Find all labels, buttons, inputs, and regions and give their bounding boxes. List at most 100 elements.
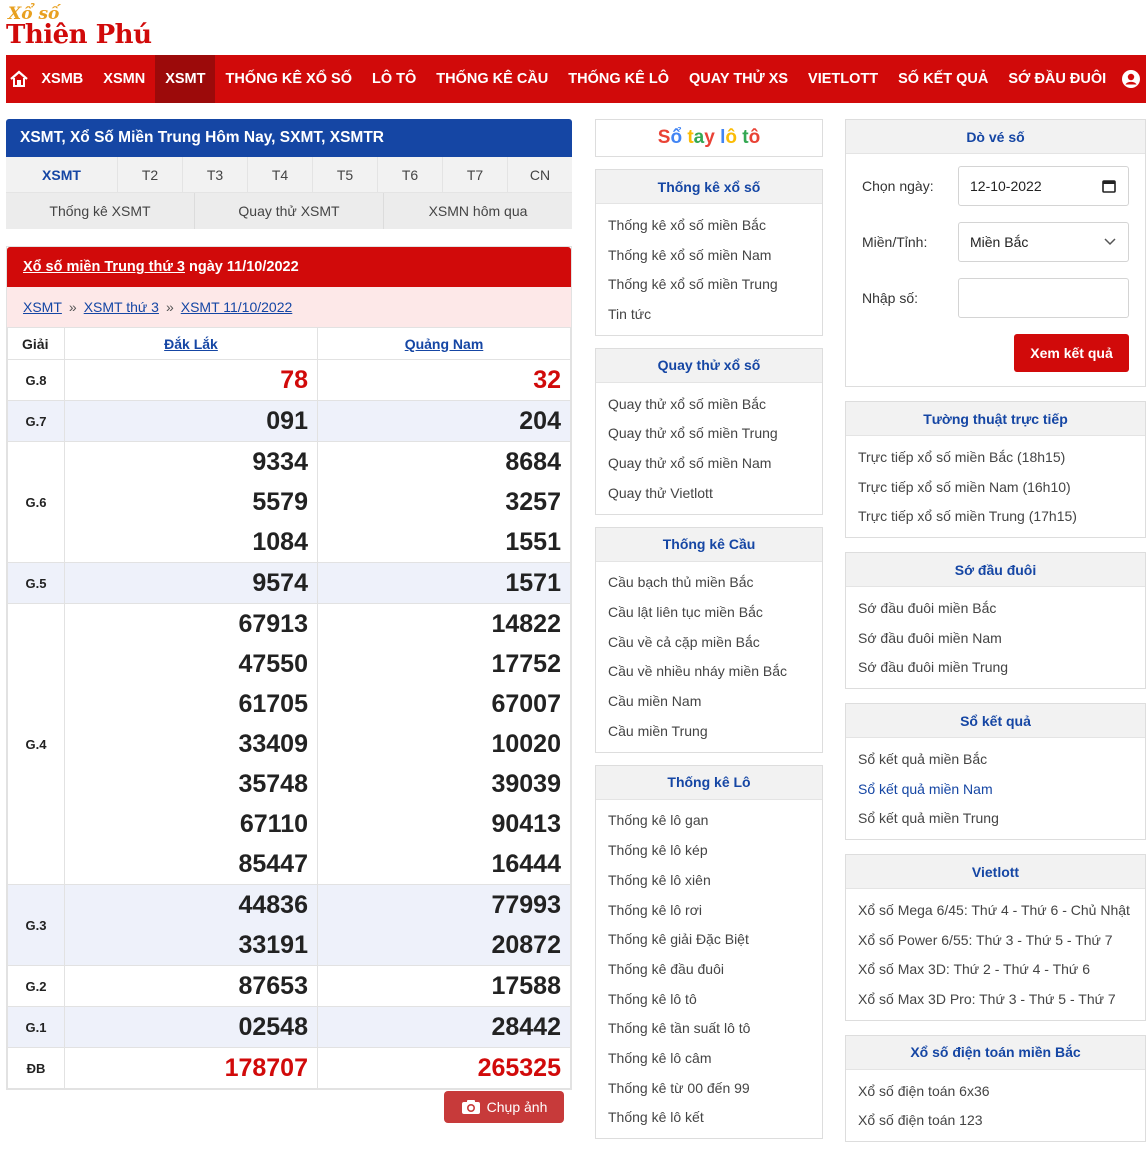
nav-item-so-ket-qua[interactable]: SỐ KẾT QUẢ xyxy=(888,55,998,103)
nav-item-lo-to[interactable]: LÔ TÔ xyxy=(362,55,426,103)
prize-row-g-8: G.8 78 32 xyxy=(7,359,571,401)
panel-link-thong-ke-xo-so-mien-nam[interactable]: Thống kê xổ số miền Nam xyxy=(608,240,810,270)
subtab-quay-thu-xsmt[interactable]: Quay thử XSMT xyxy=(195,193,384,229)
panel-link-thong-ke-xo-so-mien-trung[interactable]: Thống kê xổ số miền Trung xyxy=(608,269,810,299)
panel-link-thong-ke-tu-00-den-99[interactable]: Thống kê từ 00 đến 99 xyxy=(608,1073,810,1103)
breadcrumb-link[interactable]: XSMT thứ 3 xyxy=(84,299,159,315)
home-icon[interactable] xyxy=(6,55,31,103)
tab-cn[interactable]: CN xyxy=(508,157,572,192)
prize-numbers-province-1: 091 xyxy=(64,400,318,442)
panel-thong-ke-lo: Thống kê Lô Thống kê lô gan Thống kê lô ké… xyxy=(595,764,823,1140)
panel-link-quay-thu-vietlott[interactable]: Quay thử Vietlott xyxy=(608,478,810,508)
nav-item-vietlott[interactable]: VIETLOTT xyxy=(798,55,888,103)
nav-item-thong-ke-lo[interactable]: THỐNG KÊ LÔ xyxy=(558,55,679,103)
subtab-thong-ke-xsmt[interactable]: Thống kê XSMT xyxy=(6,193,195,229)
sub-tabs: Thống kê XSMT Quay thử XSMT XSMN hôm qua xyxy=(6,193,572,229)
nav-item-thong-ke-xo-so[interactable]: THỐNG KÊ XỔ SỐ xyxy=(215,55,362,103)
panel-link-xo-so-power-6-55-thu-3-thu-5-thu-7[interactable]: Xổ số Power 6/55: Thứ 3 - Thứ 5 - Thứ 7 xyxy=(858,925,1133,955)
tab-t7[interactable]: T7 xyxy=(443,157,508,192)
panel-link-so-dau-duoi-mien-bac[interactable]: Sớ đầu đuôi miền Bắc xyxy=(858,593,1133,623)
prize-label: G.2 xyxy=(7,965,65,1007)
panel-link-xo-so-dien-toan-6x36[interactable]: Xổ số điện toán 6x36 xyxy=(858,1076,1133,1106)
panel-list: Xổ số điện toán 6x36 Xổ số điện toán 123 xyxy=(846,1070,1145,1141)
calendar-icon[interactable] xyxy=(1102,179,1116,193)
panel-link-cau-bach-thu-mien-bac[interactable]: Cầu bạch thủ miền Bắc xyxy=(608,568,810,598)
prize-number: 178707 xyxy=(224,1054,308,1082)
number-input[interactable] xyxy=(958,278,1129,318)
prize-label: G.8 xyxy=(7,359,65,401)
result-title-link[interactable]: Xổ số miền Trung thứ 3 xyxy=(23,259,185,275)
panel-link-quay-thu-xo-so-mien-bac[interactable]: Quay thử xổ số miền Bắc xyxy=(608,389,810,419)
capture-label: Chụp ảnh xyxy=(486,1099,548,1115)
panel-link-quay-thu-xo-so-mien-nam[interactable]: Quay thử xổ số miền Nam xyxy=(608,448,810,478)
panel-link-truc-tiep-xo-so-mien-nam-16h10[interactable]: Trực tiếp xổ số miền Nam (16h10) xyxy=(858,472,1133,502)
prize-number: 32 xyxy=(533,366,561,394)
prize-row-g-7: G.7 091 204 xyxy=(7,400,571,442)
nav-item-thong-ke-cau[interactable]: THỐNG KÊ CẦU xyxy=(426,55,558,103)
panel-link-thong-ke-lo-ket[interactable]: Thống kê lô kết xyxy=(608,1103,810,1133)
panel-link-thong-ke-lo-gan[interactable]: Thống kê lô gan xyxy=(608,806,810,836)
panel-link-truc-tiep-xo-so-mien-bac-18h15[interactable]: Trực tiếp xổ số miền Bắc (18h15) xyxy=(858,442,1133,472)
nav-item-quay-thu-xs[interactable]: QUAY THỬ XS xyxy=(679,55,798,103)
panel-title: Tường thuật trực tiếp xyxy=(846,402,1145,436)
prize-number: 20872 xyxy=(491,931,561,959)
panel-link-tin-tuc[interactable]: Tin tức xyxy=(608,299,810,329)
panel-link-truc-tiep-xo-so-mien-trung-17h15[interactable]: Trực tiếp xổ số miền Trung (17h15) xyxy=(858,501,1133,531)
tab-t5[interactable]: T5 xyxy=(313,157,378,192)
prize-row-db: ĐB 178707 265325 xyxy=(7,1047,571,1089)
panel-link-cau-ve-ca-cap-mien-bac[interactable]: Cầu về cả cặp miền Bắc xyxy=(608,627,810,657)
panel-link-thong-ke-lo-roi[interactable]: Thống kê lô rơi xyxy=(608,895,810,925)
view-result-button[interactable]: Xem kết quả xyxy=(1014,334,1129,372)
panel-link-xo-so-max-3d-thu-2-thu-4-thu-6[interactable]: Xổ số Max 3D: Thứ 2 - Thứ 4 - Thứ 6 xyxy=(858,955,1133,985)
panel-link-xo-so-dien-toan-123[interactable]: Xổ số điện toán 123 xyxy=(858,1106,1133,1136)
panel-link-so-ket-qua-mien-nam[interactable]: Sổ kết quả miền Nam xyxy=(858,774,1133,804)
tab-xsmt[interactable]: XSMT xyxy=(6,157,118,192)
panel-link-thong-ke-lo-to[interactable]: Thống kê lô tô xyxy=(608,984,810,1014)
prize-number: 17752 xyxy=(491,650,561,678)
panel-link-thong-ke-lo-cam[interactable]: Thống kê lô câm xyxy=(608,1043,810,1073)
tab-t3[interactable]: T3 xyxy=(183,157,248,192)
panel-link-so-dau-duoi-mien-nam[interactable]: Sớ đầu đuôi miền Nam xyxy=(858,623,1133,653)
region-select[interactable]: Miền Bắc xyxy=(958,222,1129,262)
panel-link-thong-ke-xo-so-mien-bac[interactable]: Thống kê xổ số miền Bắc xyxy=(608,210,810,240)
nav-item-xsmb[interactable]: XSMB xyxy=(31,55,93,103)
col-province-1[interactable]: Đắk Lắk xyxy=(64,327,318,360)
panel-list: Trực tiếp xổ số miền Bắc (18h15) Trực tiế… xyxy=(846,436,1145,537)
user-icon[interactable] xyxy=(1116,55,1146,103)
panel-link-cau-mien-trung[interactable]: Cầu miền Trung xyxy=(608,716,810,746)
panel-link-thong-ke-lo-kep[interactable]: Thống kê lô kép xyxy=(608,835,810,865)
nav-item-so-dau-duoi[interactable]: SỚ ĐẦU ĐUÔI xyxy=(998,55,1116,103)
tab-t2[interactable]: T2 xyxy=(118,157,183,192)
panel-link-thong-ke-dau-duoi[interactable]: Thống kê đầu đuôi xyxy=(608,954,810,984)
panel-list: Cầu bạch thủ miền Bắc Cầu lật liên tục mi… xyxy=(596,562,822,752)
prize-row-g-3: G.3 44836 33191 77993 20872 xyxy=(7,884,571,966)
panel-link-cau-mien-nam[interactable]: Cầu miền Nam xyxy=(608,686,810,716)
tab-t4[interactable]: T4 xyxy=(248,157,313,192)
panel-link-thong-ke-giai-dac-biet[interactable]: Thống kê giải Đặc Biệt xyxy=(608,924,810,954)
panel-link-so-dau-duoi-mien-trung[interactable]: Sớ đầu đuôi miền Trung xyxy=(858,652,1133,682)
prize-row-g-4: G.4 67913 47550 61705 33409 35748 67110 85447 14… xyxy=(7,603,571,885)
panel-link-xo-so-mega-6-45-thu-4-thu-6-chu-nhat[interactable]: Xổ số Mega 6/45: Thứ 4 - Thứ 6 - Chủ Nhậ… xyxy=(858,895,1133,925)
panel-list: Sổ kết quả miền Bắc Sổ kết quả miền Nam Sổ… xyxy=(846,738,1145,839)
col-province-2[interactable]: Quảng Nam xyxy=(317,327,571,360)
notebook-link[interactable]: Sổ tay lô tô xyxy=(595,119,823,157)
panel-link-cau-ve-nhieu-nhay-mien-bac[interactable]: Cầu về nhiều nháy miền Bắc xyxy=(608,657,810,687)
prize-numbers-province-2: 1571 xyxy=(317,562,571,604)
prize-row-g-2: G.2 87653 17588 xyxy=(7,965,571,1007)
capture-button[interactable]: Chụp ảnh xyxy=(444,1091,564,1123)
breadcrumb-link[interactable]: XSMT xyxy=(23,299,62,315)
panel-link-thong-ke-lo-xien[interactable]: Thống kê lô xiên xyxy=(608,865,810,895)
panel-link-so-ket-qua-mien-trung[interactable]: Sổ kết quả miền Trung xyxy=(858,804,1133,834)
tab-t6[interactable]: T6 xyxy=(378,157,443,192)
subtab-xsmn-hom-qua[interactable]: XSMN hôm qua xyxy=(384,193,572,229)
site-logo[interactable]: Xổ số Thiên Phú xyxy=(6,4,166,50)
breadcrumb-link[interactable]: XSMT 11/10/2022 xyxy=(181,299,293,315)
panel-link-thong-ke-tan-suat-lo-to[interactable]: Thống kê tần suất lô tô xyxy=(608,1013,810,1043)
nav-item-xsmn[interactable]: XSMN xyxy=(93,55,155,103)
panel-link-so-ket-qua-mien-bac[interactable]: Sổ kết quả miền Bắc xyxy=(858,744,1133,774)
date-input[interactable]: 12-10-2022 xyxy=(958,166,1129,206)
panel-link-cau-lat-lien-tuc-mien-bac[interactable]: Cầu lật liên tục miền Bắc xyxy=(608,597,810,627)
nav-item-xsmt[interactable]: XSMT xyxy=(155,55,216,103)
panel-link-xo-so-max-3d-pro-thu-3-thu-5-thu-7[interactable]: Xổ số Max 3D Pro: Thứ 3 - Thứ 5 - Thứ 7 xyxy=(858,984,1133,1014)
panel-link-quay-thu-xo-so-mien-trung[interactable]: Quay thử xổ số miền Trung xyxy=(608,418,810,448)
